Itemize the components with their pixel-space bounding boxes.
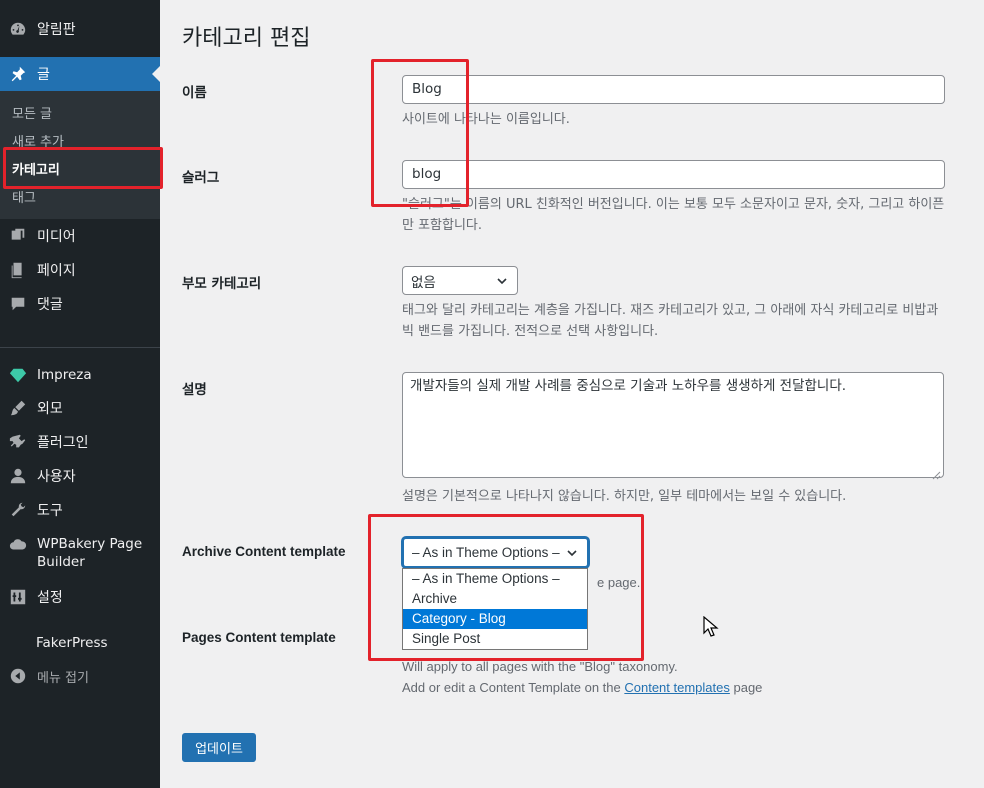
- slug-hint: "슬러그"는 이름의 URL 친화적인 버전입니다. 이는 보통 모두 소문자이…: [402, 197, 945, 233]
- sidebar-item-wpbakery[interactable]: WPBakery Page Builder: [0, 535, 160, 577]
- sidebar-item-label: 설정: [37, 590, 63, 606]
- sidebar-item-label: 미디어: [37, 229, 76, 245]
- submenu-add-new[interactable]: 새로 추가: [12, 131, 64, 150]
- media-icon: [8, 226, 28, 246]
- sidebar-item-tools[interactable]: 도구: [0, 493, 160, 527]
- sidebar-item-label: 도구: [37, 503, 63, 519]
- wrench-icon: [8, 500, 28, 520]
- sidebar-item-media[interactable]: 미디어: [0, 219, 160, 253]
- slug-label: 슬러그: [182, 170, 220, 186]
- description-textarea[interactable]: 개발자들의 실제 개발 사례를 중심으로 기술과 노하우를 생생하게 전달합니다…: [402, 372, 944, 480]
- resize-handle-icon[interactable]: [932, 466, 941, 480]
- comment-icon: [8, 294, 28, 314]
- main-content: 카테고리 편집 이름 Blog 사이트에 나타나는 이름입니다. 슬러그 blo…: [160, 0, 984, 788]
- admin-sidebar: 알림판 글 모든 글 새로 추가 카테고리 태그 미디어 페이지 댓글 Impr…: [0, 0, 160, 788]
- dropdown-option-highlighted[interactable]: Category - Blog: [403, 609, 587, 629]
- sidebar-item-dashboard[interactable]: 알림판: [0, 12, 160, 46]
- user-icon: [8, 466, 28, 486]
- chevron-down-icon: [495, 274, 509, 288]
- sidebar-item-settings[interactable]: 설정: [0, 580, 160, 614]
- sidebar-item-label: 메뉴 접기: [37, 670, 89, 686]
- name-input[interactable]: Blog: [402, 75, 945, 104]
- parent-category-select[interactable]: 없음: [402, 266, 518, 295]
- pages-template-label: Pages Content template: [182, 630, 336, 645]
- dropdown-option[interactable]: Single Post: [403, 629, 587, 649]
- collapse-icon: [8, 666, 28, 686]
- name-label: 이름: [182, 85, 207, 101]
- archive-template-label: Archive Content template: [182, 544, 346, 559]
- chevron-down-icon: [565, 546, 579, 560]
- sidebar-item-label: Impreza: [37, 367, 92, 383]
- sidebar-item-pages[interactable]: 페이지: [0, 253, 160, 287]
- sidebar-separator: [0, 347, 160, 348]
- archive-template-hint: e page.: [597, 575, 641, 590]
- cloud-icon: [8, 535, 28, 555]
- update-button[interactable]: 업데이트: [182, 733, 256, 762]
- dashboard-icon: [8, 19, 28, 39]
- dropdown-option[interactable]: Archive: [403, 589, 587, 609]
- archive-template-select[interactable]: – As in Theme Options –: [402, 537, 589, 568]
- content-templates-link[interactable]: Content templates: [624, 680, 730, 695]
- description-label: 설명: [182, 382, 207, 398]
- page-title: 카테고리 편집: [182, 26, 311, 51]
- hint-text: Add or edit a Content Template on the: [402, 680, 625, 695]
- sidebar-item-label: 글: [37, 67, 50, 83]
- plugin-icon: [8, 432, 28, 452]
- collapse-menu-button[interactable]: 메뉴 접기: [0, 659, 160, 693]
- pages-template-hint-2: Add or edit a Content Template on the Co…: [402, 677, 947, 698]
- settings-icon: [8, 587, 28, 607]
- pages-template-hint: Will apply to all pages with the "Blog" …: [402, 659, 678, 674]
- submenu-categories[interactable]: 카테고리: [12, 159, 60, 178]
- sidebar-item-users[interactable]: 사용자: [0, 459, 160, 493]
- sidebar-item-impreza[interactable]: Impreza: [0, 358, 160, 392]
- sidebar-item-label: 사용자: [37, 469, 76, 485]
- pin-icon: [8, 64, 28, 84]
- dropdown-option[interactable]: – As in Theme Options –: [403, 569, 587, 589]
- sidebar-item-label: 알림판: [37, 22, 76, 38]
- diamond-icon: [8, 365, 28, 385]
- sidebar-item-comments[interactable]: 댓글: [0, 287, 160, 321]
- sidebar-item-label: 외모: [37, 401, 63, 417]
- parent-category-label: 부모 카테고리: [182, 276, 262, 292]
- select-value: 없음: [411, 274, 436, 291]
- parent-category-hint: 태그와 달리 카테고리는 계층을 가집니다. 재즈 카테고리가 있고, 그 아래…: [402, 303, 939, 339]
- name-hint: 사이트에 나타나는 이름입니다.: [402, 112, 570, 127]
- mouse-cursor-icon: [703, 616, 719, 637]
- submenu-tags[interactable]: 태그: [12, 187, 36, 206]
- sidebar-item-label: 페이지: [37, 263, 76, 279]
- hint-text: page: [729, 680, 763, 695]
- sidebar-item-label: WPBakery Page Builder: [37, 536, 143, 570]
- posts-submenu: 모든 글 새로 추가 카테고리 태그: [0, 91, 160, 219]
- select-value: – As in Theme Options –: [412, 545, 560, 560]
- brush-icon: [8, 398, 28, 418]
- sidebar-item-label: 플러그인: [37, 435, 89, 451]
- archive-template-dropdown: – As in Theme Options – Archive Category…: [402, 568, 588, 650]
- sidebar-item-fakerpress[interactable]: FakerPress: [0, 626, 160, 660]
- description-text: 개발자들의 실제 개발 사례를 중심으로 기술과 노하우를 생생하게 전달합니다…: [410, 378, 847, 394]
- description-hint: 설명은 기본적으로 나타나지 않습니다. 하지만, 일부 테마에서는 보일 수 …: [402, 489, 847, 504]
- page-icon: [8, 260, 28, 280]
- sidebar-item-label: FakerPress: [36, 635, 108, 651]
- sidebar-item-label: 댓글: [37, 297, 63, 313]
- submenu-all-posts[interactable]: 모든 글: [12, 103, 52, 122]
- sidebar-item-posts[interactable]: 글: [0, 57, 160, 91]
- slug-input[interactable]: blog: [402, 160, 945, 189]
- sidebar-item-appearance[interactable]: 외모: [0, 391, 160, 425]
- sidebar-item-plugins[interactable]: 플러그인: [0, 425, 160, 459]
